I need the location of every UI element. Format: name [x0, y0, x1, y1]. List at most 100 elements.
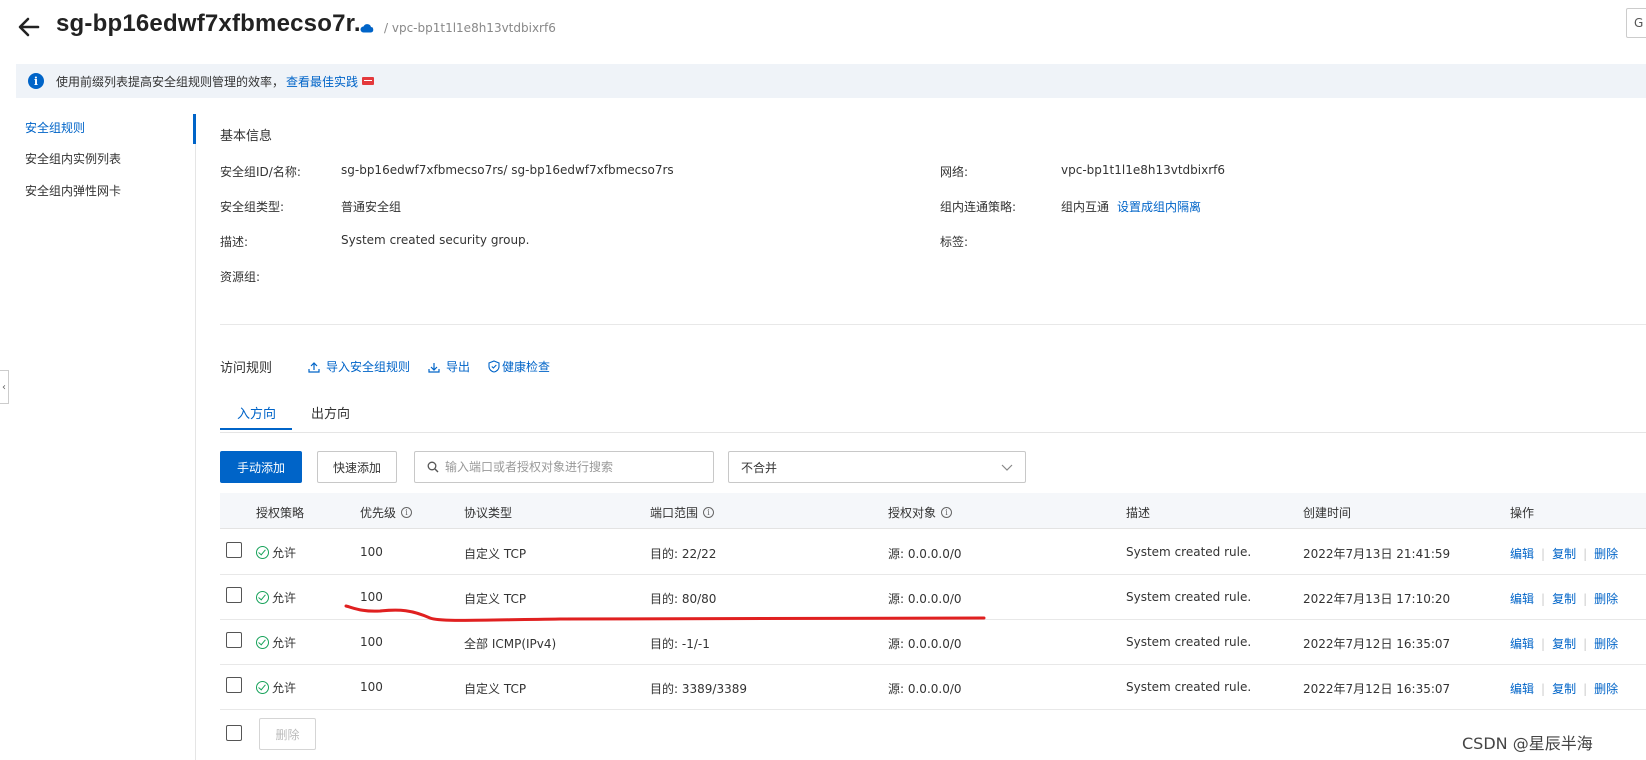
import-rules-button[interactable]: 导入安全组规则 [308, 358, 410, 375]
policy-value: 允许 [272, 591, 297, 605]
info-icon: i [28, 73, 44, 89]
policy-cell: 允许 [256, 544, 296, 561]
info-value-policy: 组内互通 [1061, 200, 1110, 214]
col-ops-label: 操作 [1510, 506, 1535, 520]
copy-link[interactable]: 复制 [1552, 637, 1576, 651]
breadcrumb-vpc: / vpc-bp1t1l1e8h13vtdbixrf6 [384, 21, 556, 35]
edit-link[interactable]: 编辑 [1510, 682, 1534, 696]
policy-cell: 允许 [256, 589, 296, 606]
ops-cell: 编辑 | 复制 | 删除 [1510, 592, 1619, 606]
quick-add-button[interactable]: 快速添加 [317, 451, 397, 483]
policy-cell: 允许 [256, 679, 296, 696]
info-label-desc: 描述: [220, 235, 249, 249]
col-policy: 授权策略 [256, 504, 304, 521]
tab-inbound[interactable]: 入方向 [237, 403, 276, 422]
edit-link[interactable]: 编辑 [1510, 592, 1534, 606]
merge-select-value: 不合并 [741, 460, 778, 475]
protocol-cell: 全部 ICMP(IPv4) [464, 637, 557, 651]
edit-link[interactable]: 编辑 [1510, 637, 1534, 651]
red-underline-annotation [344, 604, 986, 622]
upload-icon [308, 361, 320, 373]
top-right-button[interactable]: G [1626, 8, 1646, 38]
created-cell: 2022年7月12日 16:35:07 [1303, 682, 1451, 696]
copy-link[interactable]: 复制 [1552, 682, 1576, 696]
download-icon [428, 362, 440, 373]
created-cell: 2022年7月12日 16:35:07 [1303, 637, 1451, 651]
info-icon[interactable]: i [703, 507, 715, 518]
sidebar-item-security-rules[interactable]: 安全组规则 [25, 119, 85, 136]
search-input[interactable] [445, 460, 705, 474]
tabs-baseline [220, 432, 1646, 433]
policy-cell: 允许 [256, 634, 296, 651]
protocol-cell: 自定义 TCP [464, 547, 527, 561]
page-header: sg-bp16edwf7xfbmecso7r... / vpc-bp1t1l1e… [0, 0, 1646, 58]
health-check-button[interactable]: 健康检查 [488, 358, 550, 375]
desc-cell: System created rule. [1126, 635, 1252, 649]
target-cell: 源: 0.0.0.0/0 [888, 682, 962, 696]
page-title: sg-bp16edwf7xfbmecso7r... [56, 10, 375, 37]
export-label: 导出 [446, 360, 471, 374]
sidebar-item-instances[interactable]: 安全组内实例列表 [25, 150, 121, 167]
edit-link[interactable]: 编辑 [1510, 547, 1534, 561]
row-checkbox[interactable] [226, 632, 242, 648]
export-button[interactable]: 导出 [428, 358, 470, 375]
info-value-id: sg-bp16edwf7xfbmecso7rs/ sg-bp16edwf7xfb… [341, 163, 674, 177]
merge-select[interactable]: 不合并 [728, 451, 1026, 483]
target-cell: 源: 0.0.0.0/0 [888, 637, 962, 651]
back-arrow-icon[interactable] [16, 14, 42, 40]
manual-add-button[interactable]: 手动添加 [220, 451, 302, 483]
col-protocol: 协议类型 [464, 504, 512, 521]
copy-link[interactable]: 复制 [1552, 592, 1576, 606]
col-port: 端口范围 i [650, 504, 715, 521]
tab-outbound[interactable]: 出方向 [311, 403, 350, 422]
select-all-checkbox[interactable] [226, 725, 242, 741]
info-label-tags: 标签: [940, 235, 969, 249]
batch-delete-button[interactable]: 删除 [259, 718, 316, 750]
best-practice-link[interactable]: 查看最佳实践 [286, 73, 358, 90]
copy-link[interactable]: 复制 [1552, 547, 1576, 561]
col-desc-label: 描述 [1126, 506, 1151, 520]
col-created-label: 创建时间 [1303, 506, 1352, 520]
col-policy-label: 授权策略 [256, 506, 305, 520]
sidebar: 安全组规则 安全组内实例列表 安全组内弹性网卡 [0, 114, 196, 760]
table-header: 授权策略 优先级 i 协议类型 端口范围 i 授权对象 i 描述 创建时间 操作 [220, 493, 1646, 529]
info-label-policy: 组内连通策略: [940, 200, 1017, 214]
notice-bar: i 使用前缀列表提高安全组规则管理的效率， 查看最佳实践 [16, 64, 1646, 98]
policy-value: 允许 [272, 546, 297, 560]
priority-cell: 100 [360, 545, 383, 559]
nav-active-indicator [193, 114, 196, 144]
info-value-desc: System created security group. [341, 233, 530, 247]
col-target: 授权对象 i [888, 504, 953, 521]
tab-active-underline [220, 428, 292, 430]
delete-link[interactable]: 删除 [1594, 682, 1618, 696]
info-icon[interactable]: i [401, 507, 413, 518]
col-port-label: 端口范围 [650, 506, 699, 520]
set-isolation-link[interactable]: 设置成组内隔离 [1117, 198, 1201, 215]
sidebar-item-eni[interactable]: 安全组内弹性网卡 [25, 182, 121, 199]
health-check-label: 健康检查 [502, 360, 551, 374]
import-rules-label: 导入安全组规则 [326, 360, 411, 374]
chevron-down-icon [1001, 464, 1013, 471]
col-priority: 优先级 i [360, 504, 413, 521]
table-row: 允许 100 全部 ICMP(IPv4) 目的: -1/-1 源: 0.0.0.… [220, 620, 1646, 665]
created-cell: 2022年7月13日 17:10:20 [1303, 592, 1451, 606]
info-value-type: 普通安全组 [341, 200, 402, 214]
info-value-network: vpc-bp1t1l1e8h13vtdbixrf6 [1061, 163, 1225, 177]
notice-text: 使用前缀列表提高安全组规则管理的效率， [56, 74, 285, 89]
row-checkbox[interactable] [226, 677, 242, 693]
row-checkbox[interactable] [226, 542, 242, 558]
collapse-sidebar-button[interactable]: ‹ [0, 370, 9, 404]
row-checkbox[interactable] [226, 587, 242, 603]
ops-cell: 编辑 | 复制 | 删除 [1510, 682, 1619, 696]
policy-value: 允许 [272, 681, 297, 695]
access-rules-title: 访问规则 [220, 361, 273, 376]
delete-link[interactable]: 删除 [1594, 637, 1618, 651]
watermark: CSDN @星辰半海 [1462, 734, 1593, 753]
info-label-resource-group: 资源组: [220, 270, 261, 284]
info-icon[interactable]: i [941, 507, 953, 518]
basic-info-title: 基本信息 [220, 129, 273, 144]
col-desc: 描述 [1126, 504, 1150, 521]
desc-cell: System created rule. [1126, 680, 1252, 694]
delete-link[interactable]: 删除 [1594, 547, 1618, 561]
delete-link[interactable]: 删除 [1594, 592, 1618, 606]
